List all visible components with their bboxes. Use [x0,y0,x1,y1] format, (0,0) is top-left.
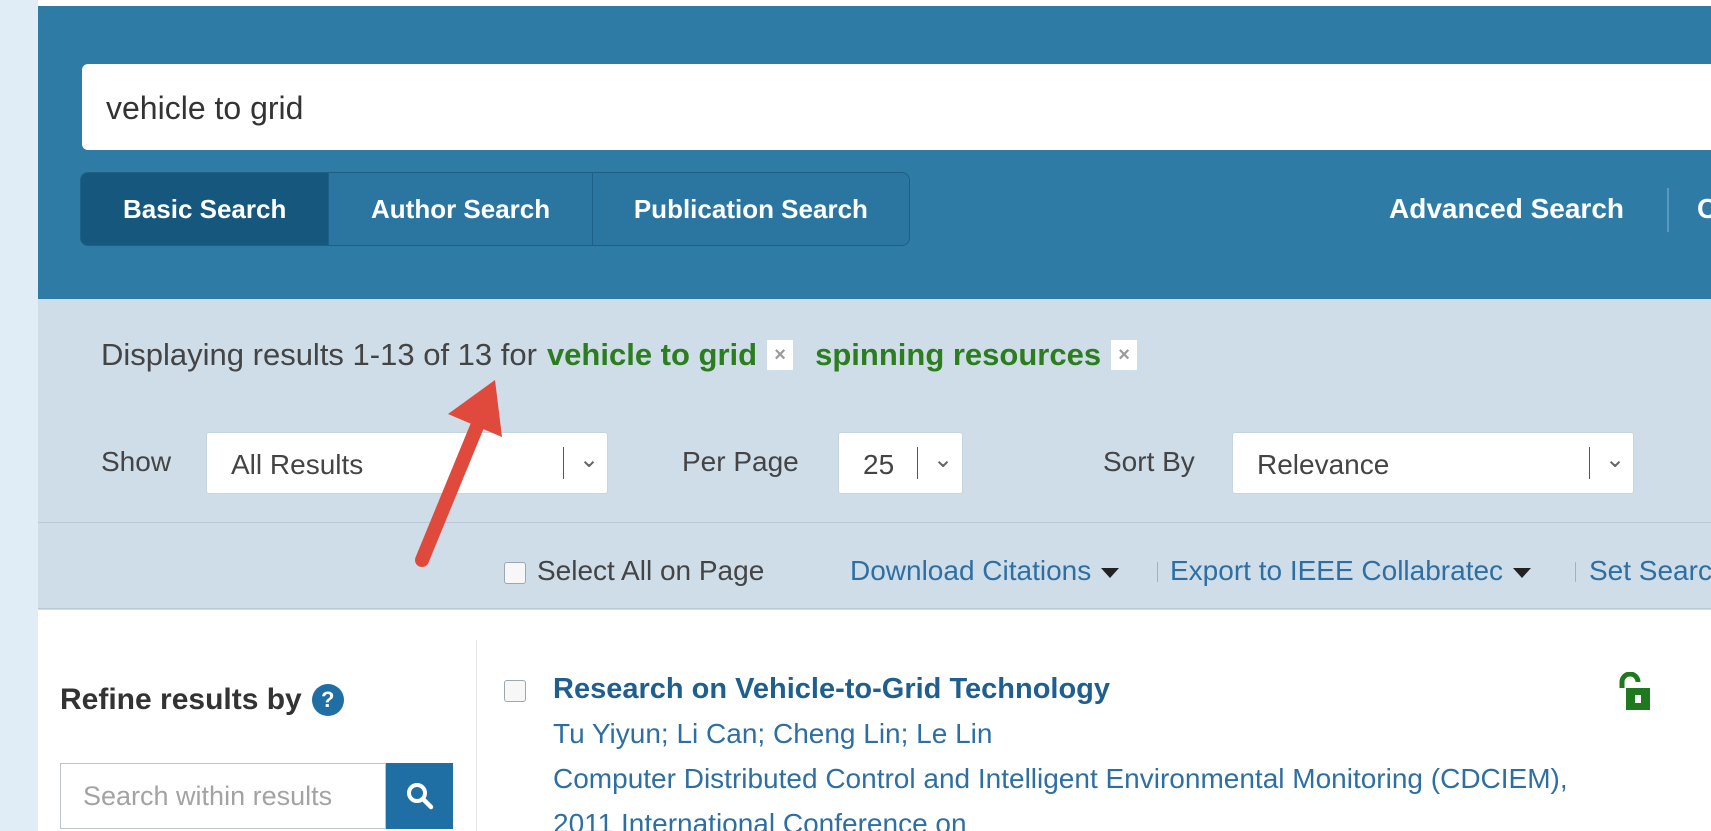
chevron-down-icon: ⌄ [579,446,600,473]
header-divider [1667,188,1669,232]
export-collabratec-link[interactable]: Export to IEEE Collabratec [1170,555,1532,587]
search-query-text[interactable]: vehicle to grid [106,90,303,127]
page: vehicle to grid Basic Search Author Sear… [0,0,1711,831]
search-within-button[interactable] [386,763,453,829]
search-term-1: vehicle to grid [546,337,758,372]
search-within-input[interactable] [61,764,385,828]
tab-author-search[interactable]: Author Search [329,173,593,245]
search-term-2: spinning resources [815,337,1102,372]
show-select[interactable]: All Results ⌄ [206,432,608,494]
caret-down-icon [1101,567,1120,578]
result-authors[interactable]: Tu Yiyun; Li Can; Cheng Lin; Le Lin [553,718,992,750]
show-label: Show [101,446,172,477]
tab-basic-search[interactable]: Basic Search [81,173,330,245]
remove-term-2-icon[interactable]: × [1111,340,1138,370]
set-search-alert-link[interactable]: Set Searc [1589,555,1711,587]
per-page-select[interactable]: 25 ⌄ [838,432,963,494]
result-title-link[interactable]: Research on Vehicle-to-Grid Technology [553,673,1110,706]
per-page-label: Per Page [682,446,799,477]
header-cut-off-link[interactable]: C [1697,193,1711,225]
search-icon [406,783,433,810]
sort-by-select[interactable]: Relevance ⌄ [1232,432,1634,494]
sort-by-label: Sort By [1103,446,1195,477]
refine-title-text: Refine results by [60,683,302,716]
chevron-down-icon: ⌄ [1605,446,1626,473]
sort-by-select-value: Relevance [1257,449,1390,480]
results-summary: Displaying results 1-13 of 13 for vehicl… [101,337,1159,373]
caret-down-icon [1513,567,1532,578]
advanced-search-link[interactable]: Advanced Search [1389,193,1624,225]
chevron-down-icon: ⌄ [933,446,954,473]
main-search-box[interactable]: vehicle to grid [82,64,1711,150]
download-citations-link[interactable]: Download Citations [850,555,1120,587]
results-count-text: Displaying results 1-13 of 13 for [101,337,537,372]
select-all-checkbox[interactable] [504,562,526,584]
sidebar-divider [476,640,477,831]
show-select-value: All Results [231,449,364,480]
select-all-label: Select All on Page [537,555,765,586]
result-publication-line-2[interactable]: 2011 International Conference on [553,808,967,831]
search-header [38,6,1711,299]
help-icon[interactable]: ? [311,684,344,716]
refine-results-heading: Refine results by ? [60,683,344,717]
toolbar-separator [1157,562,1158,582]
result-checkbox[interactable] [504,680,526,702]
toolbar-separator [1575,562,1576,582]
per-page-select-value: 25 [863,449,895,480]
toolbar-bottom-border [38,608,1711,609]
unlock-icon [1619,672,1650,710]
search-type-tabs: Basic Search Author Search Publication S… [80,172,910,246]
remove-term-1-icon[interactable]: × [767,340,794,370]
result-publication-line-1[interactable]: Computer Distributed Control and Intelli… [553,763,1568,795]
tab-publication-search[interactable]: Publication Search [593,173,909,245]
left-margin-strip [0,0,38,831]
toolbar-top-border [38,522,1711,523]
search-within-box [60,763,386,829]
